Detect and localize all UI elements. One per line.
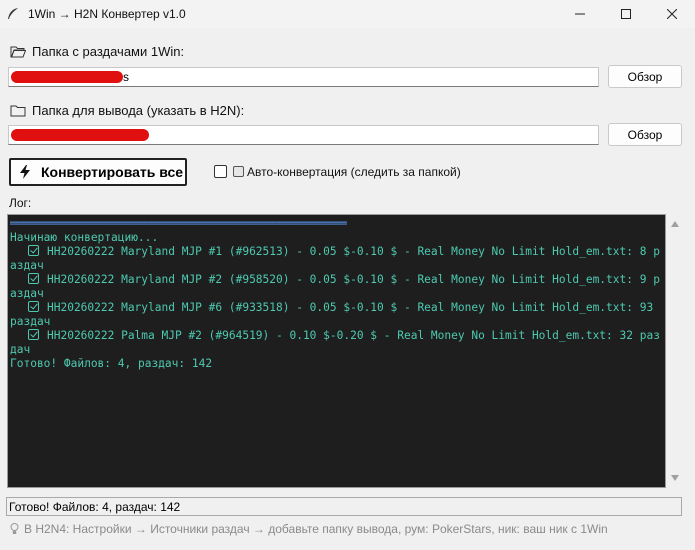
close-icon <box>667 9 677 19</box>
auto-convert-icon <box>233 166 244 177</box>
log-entry: HH20260222 Maryland MJP #2 (#958520) - 0… <box>10 273 660 300</box>
scroll-up-arrow-icon[interactable] <box>671 221 679 227</box>
source-browse-button[interactable]: Обзор <box>608 65 682 88</box>
convert-all-button[interactable]: Конвертировать все <box>9 158 187 186</box>
lightbulb-icon <box>10 523 19 534</box>
check-icon <box>28 329 39 340</box>
log-entry: HH20260222 Palma MJP #2 (#964519) - 0.10… <box>10 329 660 356</box>
hint-row: В H2N4: Настройки → Источники раздач → д… <box>10 522 608 536</box>
output-folder-label: Папка для вывода (указать в H2N): <box>32 103 245 118</box>
redaction-mark <box>11 129 149 141</box>
log-scrollbar[interactable] <box>667 214 683 488</box>
status-bar: Готово! Файлов: 4, раздач: 142 <box>6 497 682 516</box>
log-label: Лог: <box>9 196 32 210</box>
source-folder-label: Папка с раздачами 1Win: <box>32 44 185 59</box>
check-icon <box>28 245 39 256</box>
feather-icon <box>8 8 18 19</box>
source-folder-value: s <box>123 70 129 84</box>
minimize-icon <box>575 13 585 15</box>
log-done-line: Готово! Файлов: 4, раздач: 142 <box>10 357 213 370</box>
auto-convert-checkbox[interactable] <box>214 165 227 178</box>
log-separator: ════════════════════════════════════════… <box>10 217 347 230</box>
folder-icon <box>10 105 26 117</box>
convert-all-label: Конвертировать все <box>41 164 184 180</box>
source-folder-label-row: Папка с раздачами 1Win: <box>10 44 184 59</box>
output-browse-button[interactable]: Обзор <box>608 123 682 146</box>
redaction-mark <box>11 71 123 83</box>
scroll-down-arrow-icon[interactable] <box>671 475 679 481</box>
maximize-button[interactable] <box>603 0 649 28</box>
output-folder-label-row: Папка для вывода (указать в H2N): <box>10 103 244 118</box>
folder-open-icon <box>10 46 26 58</box>
log-textarea[interactable]: ════════════════════════════════════════… <box>7 214 666 488</box>
minimize-button[interactable] <box>557 0 603 28</box>
log-entry: HH20260222 Maryland MJP #1 (#962513) - 0… <box>10 245 660 272</box>
check-icon <box>28 273 39 284</box>
auto-convert-label: Авто-конвертация (следить за папкой) <box>247 165 461 179</box>
close-button[interactable] <box>649 0 695 28</box>
check-icon <box>28 301 39 312</box>
log-start-line: Начинаю конвертацию... <box>10 231 159 244</box>
lightning-icon <box>20 165 30 179</box>
log-entry: HH20260222 Maryland MJP #6 (#933518) - 0… <box>10 301 660 328</box>
hint-text: В H2N4: Настройки → Источники раздач → д… <box>24 522 608 536</box>
window-title: 1Win → H2N Конвертер v1.0 <box>28 7 186 21</box>
title-bar: 1Win → H2N Конвертер v1.0 <box>0 0 695 28</box>
maximize-icon <box>621 9 631 19</box>
source-folder-input[interactable]: s <box>8 67 599 87</box>
output-folder-input[interactable] <box>8 125 599 145</box>
